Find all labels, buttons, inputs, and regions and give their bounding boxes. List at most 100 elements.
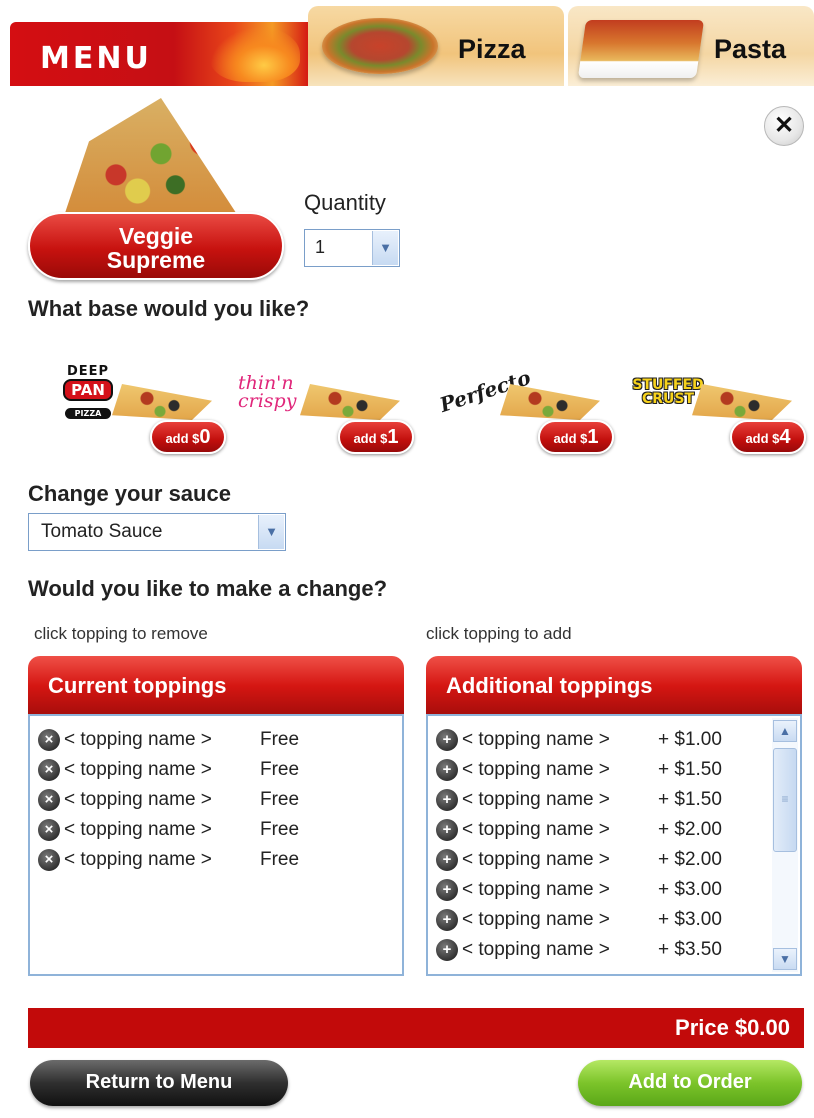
remove-topping-icon[interactable]: × [38,819,60,841]
additional-topping-item[interactable]: + < topping name > + $1.50 [436,756,722,784]
base-heading: What base would you like? [28,296,310,321]
current-topping-name: < topping name > [64,789,212,810]
additional-topping-item[interactable]: + < topping name > + $2.00 [436,816,722,844]
current-topping-name: < topping name > [64,759,212,780]
product-image [62,98,242,222]
additional-topping-name: < topping name > [462,909,610,930]
additional-topping-name: < topping name > [462,879,610,900]
product-name-line2: Supreme [106,247,206,273]
base-option-thin-crispy[interactable]: thin'n crispy add $1 [238,358,422,458]
remove-topping-icon[interactable]: × [38,849,60,871]
stuffed-crust-price-prefix: add $ [745,431,780,446]
tab-pasta-label: Pasta [714,34,787,64]
remove-hint: click topping to remove [34,624,208,643]
remove-topping-icon[interactable]: × [38,729,60,751]
deep-pan-logo-line1: DEEP [66,364,110,379]
additional-topping-name: < topping name > [462,849,610,870]
current-topping-price: Free [260,849,300,870]
deep-pan-logo-line2: PAN [63,379,113,401]
additional-topping-name: < topping name > [462,729,610,750]
stuffed-crust-price-badge[interactable]: add $4 [730,420,806,454]
category-tab-bar: MENU Pizza Pasta [10,6,814,86]
quantity-select[interactable]: 1 ▼ [304,229,400,267]
product-name-line1: Veggie [118,223,194,249]
current-topping-item[interactable]: × < topping name > Free [38,756,299,784]
current-topping-name: < topping name > [64,819,212,840]
current-topping-item[interactable]: × < topping name > Free [38,816,299,844]
deep-pan-logo-line3: PIZZA [64,408,112,419]
sauce-select[interactable]: Tomato Sauce ▼ [28,513,286,551]
remove-topping-icon[interactable]: × [38,759,60,781]
tab-pizza-label: Pizza [458,34,526,64]
current-topping-item[interactable]: × < topping name > Free [38,786,299,814]
current-toppings-title: Current toppings [28,656,404,716]
additional-toppings-panel: Additional toppings + < topping name > + … [426,656,802,976]
change-heading: Would you like to make a change? [28,576,388,601]
add-topping-icon[interactable]: + [436,729,458,751]
additional-topping-item[interactable]: + < topping name > + $3.00 [436,906,722,934]
deep-pan-price-badge[interactable]: add $0 [150,420,226,454]
add-to-order-button[interactable]: Add to Order [578,1060,802,1106]
additional-topping-item[interactable]: + < topping name > + $3.00 [436,876,722,904]
sauce-heading: Change your sauce [28,481,231,506]
tab-pasta[interactable]: Pasta [568,6,814,86]
chevron-down-icon[interactable]: ▼ [372,231,398,265]
current-toppings-panel: Current toppings × < topping name > Free … [28,656,404,976]
base-option-perfecto[interactable]: Perfecto add $1 [437,358,622,458]
stuffed-crust-price-amount: 4 [779,426,791,448]
current-topping-item[interactable]: × < topping name > Free [38,726,299,754]
tab-pizza[interactable]: Pizza [308,6,564,86]
base-option-stuffed-crust[interactable]: STUFFED CRUST add $4 [630,358,814,458]
additional-topping-item[interactable]: + < topping name > + $3.50 [436,936,722,964]
add-topping-icon[interactable]: + [436,879,458,901]
additional-topping-item[interactable]: + < topping name > + $1.00 [436,726,722,754]
stuffed-crust-slice-image [692,384,792,420]
pizza-thumbnail-image [322,18,438,74]
additional-topping-item[interactable]: + < topping name > + $2.00 [436,846,722,874]
close-button[interactable]: ✕ [764,106,804,146]
scrollbar-thumb[interactable]: ≡ [773,748,797,852]
pasta-thumbnail-image [577,20,705,78]
additional-topping-item[interactable]: + < topping name > + $1.50 [436,786,722,814]
sauce-value: Tomato Sauce [41,521,163,542]
return-to-menu-button[interactable]: Return to Menu [30,1060,288,1106]
additional-topping-name: < topping name > [462,939,610,960]
additional-topping-name: < topping name > [462,789,610,810]
add-topping-icon[interactable]: + [436,909,458,931]
remove-topping-icon[interactable]: × [38,789,60,811]
scroll-up-icon[interactable]: ▲ [773,720,797,742]
current-topping-name: < topping name > [64,729,212,750]
perfecto-price-badge[interactable]: add $1 [538,420,614,454]
stuffed-crust-logo-line1: STUFFED [632,377,704,393]
current-topping-price: Free [260,789,300,810]
additional-topping-price: + $1.50 [658,789,722,810]
toppings-scrollbar[interactable]: ▲ ≡ ▼ [772,718,798,972]
scroll-down-icon[interactable]: ▼ [773,948,797,970]
thin-crispy-price-amount: 1 [387,426,399,448]
product-name-badge: Veggie Supreme [28,212,284,280]
deep-pan-price-prefix: add $ [165,431,200,446]
add-topping-icon[interactable]: + [436,939,458,961]
base-option-deep-pan[interactable]: DEEP PAN PIZZA add $0 [50,358,234,458]
add-topping-icon[interactable]: + [436,819,458,841]
add-topping-icon[interactable]: + [436,789,458,811]
deep-pan-price-amount: 0 [199,426,211,448]
thin-crispy-price-badge[interactable]: add $1 [338,420,414,454]
add-topping-icon[interactable]: + [436,849,458,871]
additional-topping-price: + $2.00 [658,849,722,870]
additional-topping-name: < topping name > [462,819,610,840]
additional-toppings-list[interactable]: + < topping name > + $1.00 + < topping nam… [426,714,802,976]
perfecto-price-prefix: add $ [553,431,588,446]
perfecto-price-amount: 1 [587,426,599,448]
chevron-down-icon[interactable]: ▼ [258,515,284,549]
add-topping-icon[interactable]: + [436,759,458,781]
current-topping-price: Free [260,729,300,750]
tab-menu[interactable]: MENU [10,22,308,86]
current-topping-price: Free [260,819,300,840]
current-topping-price: Free [260,759,300,780]
close-icon: ✕ [773,112,795,139]
additional-topping-name: < topping name > [462,759,610,780]
additional-topping-price: + $2.00 [658,819,722,840]
flame-graphic [210,26,300,82]
current-topping-item[interactable]: × < topping name > Free [38,846,299,874]
